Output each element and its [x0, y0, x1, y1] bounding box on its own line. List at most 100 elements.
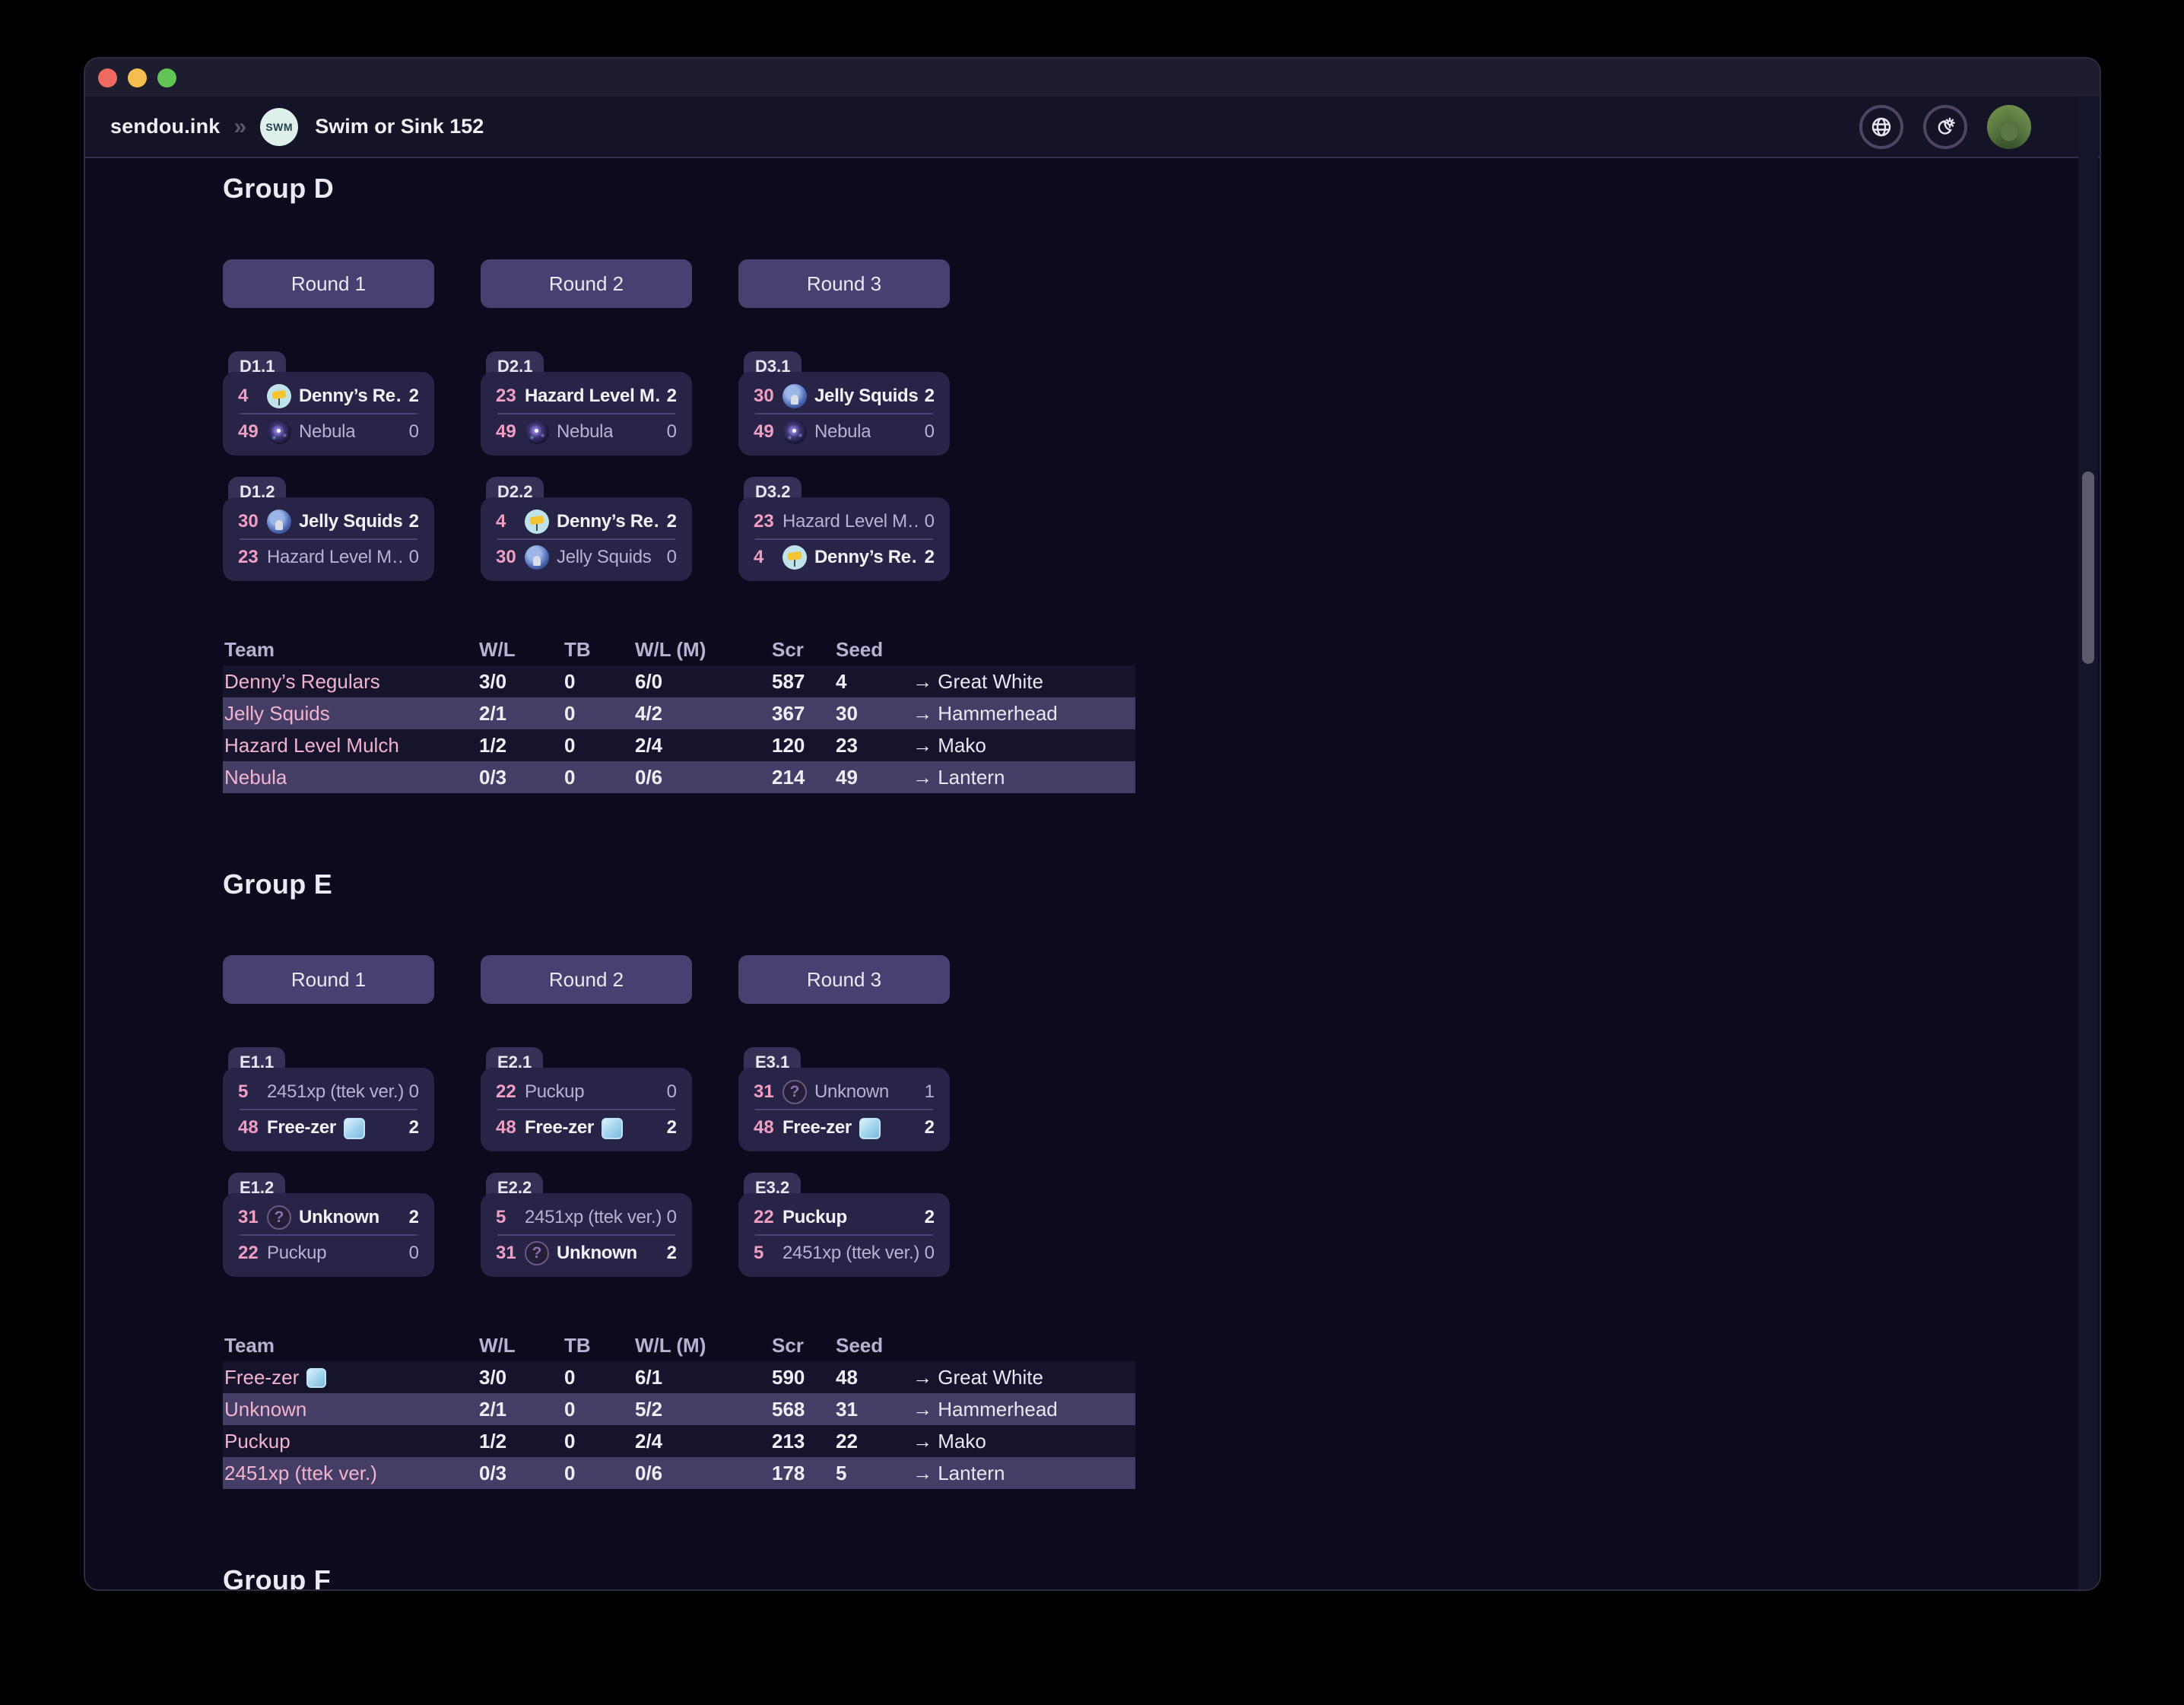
- language-globe-button[interactable]: [1859, 105, 1903, 149]
- seed-cell: 31: [836, 1398, 913, 1421]
- round-tab[interactable]: Round 1: [223, 955, 434, 1004]
- scr-cell: 568: [772, 1398, 836, 1421]
- theme-toggle-button[interactable]: [1923, 105, 1967, 149]
- wlm-cell: 5/2: [635, 1398, 772, 1421]
- question-glyph: ?: [526, 1243, 548, 1264]
- team-seed: 48: [496, 1117, 520, 1138]
- team-link[interactable]: Jelly Squids: [224, 702, 330, 725]
- round-tab[interactable]: Round 3: [738, 955, 950, 1004]
- team-score: 0: [661, 1207, 677, 1228]
- match-card[interactable]: D1.230Jelly Squids223Hazard Level M…0: [223, 477, 434, 581]
- seed-cell: 30: [836, 702, 913, 725]
- tournament-title-link[interactable]: Swim or Sink 152: [315, 115, 484, 138]
- team-link[interactable]: Hazard Level Mulch: [224, 734, 399, 757]
- ice-cube-icon: [602, 1118, 623, 1139]
- match-team-row: 4Denny’s Re…2: [481, 504, 692, 538]
- team-name: Free-zer: [782, 1117, 852, 1138]
- wlm-cell: 6/0: [635, 670, 772, 694]
- match-box: 31?Unknown222Puckup0: [223, 1193, 434, 1277]
- close-window-button[interactable]: [98, 68, 117, 87]
- team-link[interactable]: Denny’s Regulars: [224, 670, 380, 694]
- wl-cell: 1/2: [479, 734, 564, 757]
- team-seed: 23: [238, 547, 262, 568]
- match-grid: D1.14Denny’s Re…249Nebula0D2.123Hazard L…: [223, 351, 2078, 581]
- team-name: Denny’s Re…: [299, 386, 403, 407]
- destination-cell: → Hammerhead: [913, 702, 1135, 725]
- round-tab[interactable]: Round 1: [223, 259, 434, 308]
- wl-cell: 3/0: [479, 670, 564, 694]
- header-actions: [1859, 105, 2031, 149]
- match-grid: E1.152451xp (ttek ver.)048Free-zer2 E2.12…: [223, 1047, 2078, 1277]
- team-name: Unknown: [814, 1081, 889, 1103]
- match-card[interactable]: D2.24Denny’s Re…230Jelly Squids0: [481, 477, 692, 581]
- match-card[interactable]: E1.152451xp (ttek ver.)048Free-zer2: [223, 1047, 434, 1151]
- destination-cell: → Mako: [913, 734, 1135, 757]
- column-header: Team: [223, 638, 479, 662]
- tournament-logo[interactable]: SWM: [260, 108, 298, 146]
- team-seed: 31: [496, 1243, 520, 1264]
- unknown-avatar-icon: ?: [782, 1080, 807, 1104]
- match-card[interactable]: D2.123Hazard Level M…249Nebula0: [481, 351, 692, 456]
- team-score: 1: [919, 1081, 935, 1103]
- team-seed: 30: [754, 386, 778, 407]
- match-box: 52451xp (ttek ver.)031?Unknown2: [481, 1193, 692, 1277]
- match-card[interactable]: D1.14Denny’s Re…249Nebula0: [223, 351, 434, 456]
- match-team-row: 30Jelly Squids0: [481, 540, 692, 574]
- match-team-row: 31?Unknown1: [738, 1075, 950, 1109]
- team-link[interactable]: Nebula: [224, 766, 287, 789]
- match-team-row: 23Hazard Level M…2: [481, 379, 692, 413]
- team-score: 0: [661, 421, 677, 443]
- round-tab[interactable]: Round 2: [481, 259, 692, 308]
- nebula-avatar-icon: [525, 420, 549, 444]
- team-link[interactable]: Puckup: [224, 1430, 290, 1453]
- team-link[interactable]: Unknown: [224, 1398, 306, 1421]
- team-score: 0: [403, 421, 419, 443]
- team-score: 2: [403, 1207, 419, 1228]
- scr-cell: 213: [772, 1430, 836, 1453]
- team-seed: 4: [238, 386, 262, 407]
- column-header: TB: [564, 638, 635, 662]
- team-name: 2451xp (ttek ver.): [267, 1081, 403, 1103]
- scr-cell: 587: [772, 670, 836, 694]
- scr-cell: 214: [772, 766, 836, 789]
- team-score: 0: [403, 547, 419, 568]
- maximize-window-button[interactable]: [157, 68, 176, 87]
- team-link[interactable]: 2451xp (ttek ver.): [224, 1462, 377, 1485]
- wl-cell: 2/1: [479, 1398, 564, 1421]
- groups-content: Group DRound 1Round 2Round 3D1.14Denny’s…: [85, 158, 2078, 1589]
- team-seed: 23: [496, 386, 520, 407]
- team-score: 2: [403, 386, 419, 407]
- round-tab[interactable]: Round 3: [738, 259, 950, 308]
- match-card[interactable]: D3.130Jelly Squids249Nebula0: [738, 351, 950, 456]
- table-row: Unknown2/105/256831→ Hammerhead: [223, 1393, 1135, 1425]
- team-score: 2: [403, 1117, 419, 1138]
- match-card[interactable]: D3.223Hazard Level M…04Denny’s Re…2: [738, 477, 950, 581]
- breadcrumb-site-link[interactable]: sendou.ink: [110, 115, 221, 138]
- column-header: Scr: [772, 1334, 836, 1357]
- user-avatar[interactable]: [1987, 105, 2031, 149]
- standings-header-row: TeamW/LTBW/L (M)ScrSeed: [223, 1329, 1135, 1361]
- team-score: 0: [919, 1243, 935, 1264]
- match-box: 31?Unknown148Free-zer2: [738, 1068, 950, 1151]
- app-window: sendou.ink » SWM Swim or Sink 152: [85, 59, 2100, 1589]
- scrollbar-track[interactable]: [2078, 97, 2098, 1589]
- match-card[interactable]: E3.222Puckup252451xp (ttek ver.)0: [738, 1173, 950, 1277]
- match-box: 52451xp (ttek ver.)048Free-zer2: [223, 1068, 434, 1151]
- wlm-cell: 0/6: [635, 766, 772, 789]
- round-tab[interactable]: Round 2: [481, 955, 692, 1004]
- match-card[interactable]: E2.252451xp (ttek ver.)031?Unknown2: [481, 1173, 692, 1277]
- team-seed: 48: [238, 1117, 262, 1138]
- table-row: Puckup1/202/421322→ Mako: [223, 1425, 1135, 1457]
- team-name: Unknown: [557, 1243, 637, 1264]
- team-link[interactable]: Free-zer: [224, 1366, 299, 1389]
- match-box: 30Jelly Squids223Hazard Level M…0: [223, 497, 434, 581]
- match-card[interactable]: E3.131?Unknown148Free-zer2: [738, 1047, 950, 1151]
- column-header: TB: [564, 1334, 635, 1357]
- match-card[interactable]: E2.122Puckup048Free-zer2: [481, 1047, 692, 1151]
- destination-cell: → Great White: [913, 1366, 1135, 1389]
- team-score: 2: [919, 1207, 935, 1228]
- match-card[interactable]: E1.231?Unknown222Puckup0: [223, 1173, 434, 1277]
- scrollbar-thumb[interactable]: [2082, 471, 2094, 664]
- destination-cell: → Lantern: [913, 1462, 1135, 1485]
- minimize-window-button[interactable]: [128, 68, 147, 87]
